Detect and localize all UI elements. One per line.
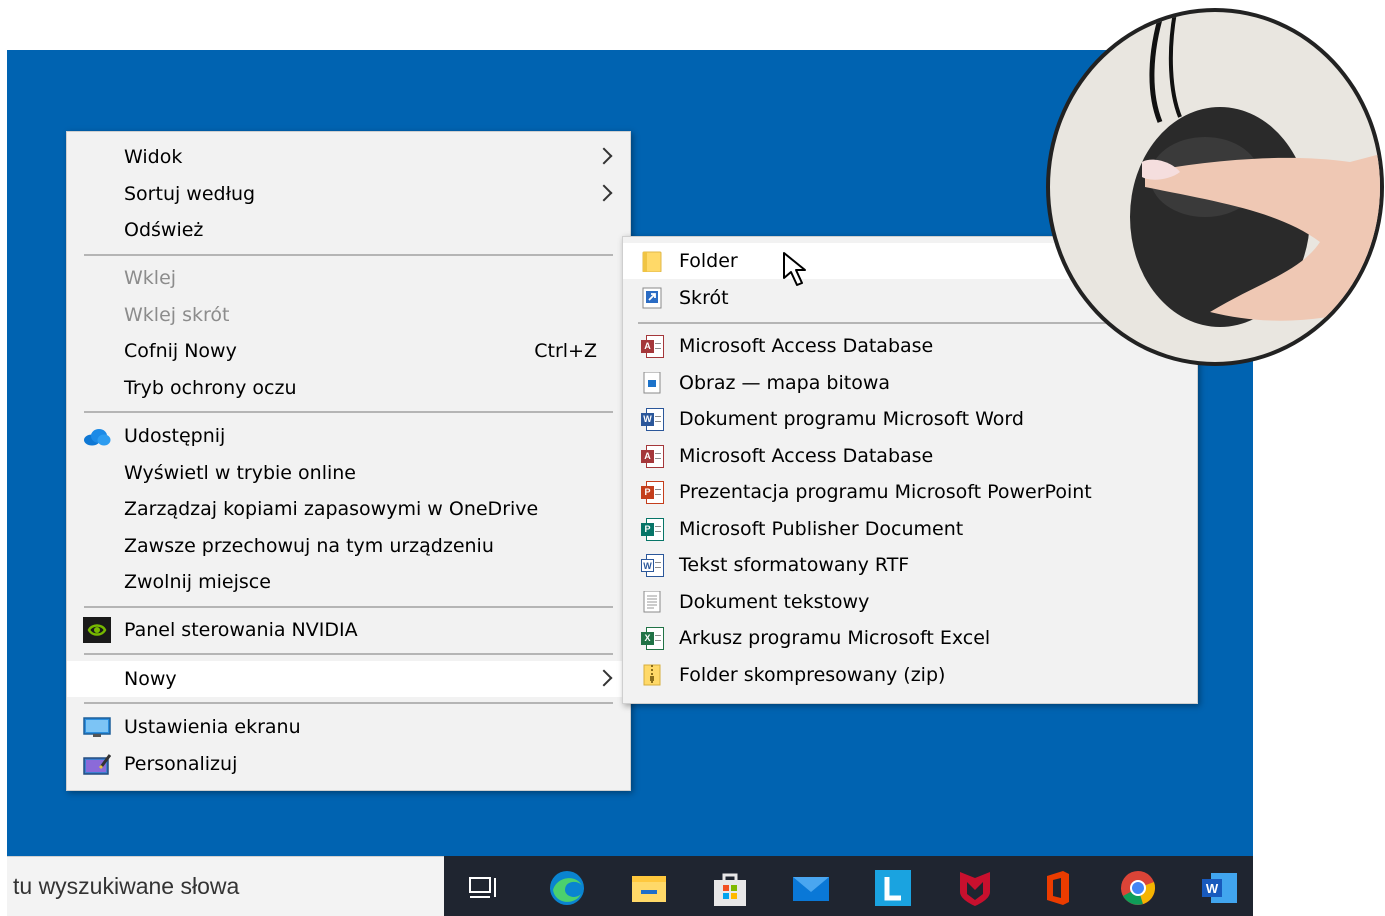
office-icon[interactable]: [1037, 868, 1077, 908]
menu-item-free-space[interactable]: Zwolnij miejsce: [67, 564, 630, 600]
store-icon[interactable]: [710, 868, 750, 908]
submenu-item-access-db-2[interactable]: A Microsoft Access Database: [623, 438, 1197, 474]
submenu-item-access-db[interactable]: A Microsoft Access Database: [623, 328, 1197, 364]
menu-item-paste: Wklej: [67, 260, 630, 296]
word-doc-icon: W: [641, 408, 664, 431]
menu-item-label: Panel sterowania NVIDIA: [124, 619, 358, 641]
taskbar-search-box[interactable]: tu wyszukiwane słowa: [7, 856, 444, 916]
powerpoint-icon: P: [641, 481, 664, 504]
zip-folder-icon: [643, 664, 661, 686]
submenu-item-label: Folder: [679, 250, 738, 272]
submenu-item-publisher[interactable]: P Microsoft Publisher Document: [623, 511, 1197, 547]
submenu-item-label: Microsoft Publisher Document: [679, 518, 964, 540]
menu-item-label: Tryb ochrony oczu: [124, 377, 297, 399]
menu-separator: [84, 411, 613, 413]
text-doc-icon: [643, 591, 661, 613]
submenu-item-label: Folder skompresowany (zip): [679, 664, 946, 686]
submenu-item-label: Microsoft Access Database: [679, 445, 934, 467]
submenu-item-label: Skrót: [679, 287, 729, 309]
menu-item-label: Nowy: [124, 668, 177, 690]
submenu-item-label: Arkusz programu Microsoft Excel: [679, 627, 991, 649]
submenu-item-label: Dokument programu Microsoft Word: [679, 408, 1024, 430]
submenu-item-label: Obraz — mapa bitowa: [679, 372, 891, 394]
menu-item-label: Odśwież: [124, 219, 204, 241]
submenu-item-label: Dokument tekstowy: [679, 591, 870, 613]
onedrive-cloud-icon: [84, 429, 111, 446]
submenu-item-word-doc[interactable]: W Dokument programu Microsoft Word: [623, 401, 1197, 437]
submenu-item-label: Tekst sformatowany RTF: [679, 554, 910, 576]
menu-item-nvidia-panel[interactable]: Panel sterowania NVIDIA: [67, 612, 630, 648]
menu-item-display-settings[interactable]: Ustawienia ekranu: [67, 709, 630, 745]
file-explorer-icon[interactable]: [629, 868, 669, 908]
keyboard-shortcut: Ctrl+Z: [534, 340, 597, 362]
mouse-pointer-icon: [783, 252, 806, 286]
menu-item-label: Zarządzaj kopiami zapasowymi w OneDrive: [124, 498, 539, 520]
menu-item-label: Wklej skrót: [124, 304, 230, 326]
mcafee-icon[interactable]: [955, 868, 995, 908]
menu-item-label: Ustawienia ekranu: [124, 716, 301, 738]
menu-item-sort-by[interactable]: Sortuj według: [67, 176, 630, 212]
menu-item-label: Cofnij Nowy: [124, 340, 237, 362]
menu-item-undo-new[interactable]: Cofnij Nowy Ctrl+Z: [67, 333, 630, 369]
menu-separator: [84, 254, 613, 256]
shortcut-icon: [642, 287, 662, 309]
hand-on-mouse-photo: [1046, 8, 1384, 366]
menu-item-view[interactable]: Widok: [67, 139, 630, 175]
menu-item-label: Wyświetl w trybie online: [124, 462, 356, 484]
access-icon: A: [641, 445, 664, 468]
svg-text:W: W: [1206, 881, 1219, 896]
menu-item-label: Sortuj według: [124, 183, 256, 205]
display-settings-icon: [83, 717, 111, 737]
chevron-right-icon: [595, 669, 613, 687]
menu-separator: [84, 702, 613, 704]
menu-item-eye-protection[interactable]: Tryb ochrony oczu: [67, 370, 630, 406]
menu-item-label: Zwolnij miejsce: [124, 571, 271, 593]
submenu-item-bitmap[interactable]: Obraz — mapa bitowa: [623, 365, 1197, 401]
menu-item-label: Udostępnij: [124, 425, 226, 447]
menu-item-paste-shortcut: Wklej skrót: [67, 297, 630, 333]
menu-item-personalize[interactable]: Personalizuj: [67, 746, 630, 782]
excel-icon: X: [641, 627, 664, 650]
submenu-item-zip-folder[interactable]: Folder skompresowany (zip): [623, 657, 1197, 693]
desktop-context-menu: Widok Sortuj według Odśwież Wklej Wklej …: [66, 131, 631, 791]
submenu-item-powerpoint[interactable]: P Prezentacja programu Microsoft PowerPo…: [623, 474, 1197, 510]
menu-separator: [84, 653, 613, 655]
chrome-icon[interactable]: [1118, 868, 1158, 908]
menu-item-label: Widok: [124, 146, 183, 168]
submenu-item-rtf[interactable]: W Tekst sformatowany RTF: [623, 547, 1197, 583]
submenu-item-label: Microsoft Access Database: [679, 335, 934, 357]
menu-item-new[interactable]: Nowy: [67, 661, 630, 697]
access-icon: A: [641, 335, 664, 358]
personalize-icon: [83, 754, 111, 775]
chevron-right-icon: [595, 184, 613, 202]
menu-separator: [84, 606, 613, 608]
submenu-item-text-doc[interactable]: Dokument tekstowy: [623, 584, 1197, 620]
menu-item-view-online[interactable]: Wyświetl w trybie online: [67, 455, 630, 491]
rtf-icon: W: [641, 554, 664, 577]
menu-item-manage-backups[interactable]: Zarządzaj kopiami zapasowymi w OneDrive: [67, 491, 630, 527]
menu-item-share[interactable]: Udostępnij: [67, 418, 630, 454]
bitmap-icon: [643, 372, 661, 394]
taskbar: tu wyszukiwane słowa W: [7, 856, 1253, 916]
submenu-item-excel[interactable]: X Arkusz programu Microsoft Excel: [623, 620, 1197, 656]
l-app-icon[interactable]: [873, 868, 913, 908]
hand-on-mouse-illustration: [1130, 12, 1380, 327]
folder-icon: [642, 251, 662, 272]
menu-item-refresh[interactable]: Odśwież: [67, 212, 630, 248]
search-text: tu wyszukiwane słowa: [13, 873, 240, 899]
edge-icon[interactable]: [547, 868, 587, 908]
submenu-item-label: Prezentacja programu Microsoft PowerPoin…: [679, 481, 1092, 503]
menu-item-label: Zawsze przechowuj na tym urządzeniu: [124, 535, 494, 557]
menu-item-label: Wklej: [124, 267, 177, 289]
publisher-icon: P: [641, 518, 664, 541]
menu-item-always-keep[interactable]: Zawsze przechowuj na tym urządzeniu: [67, 528, 630, 564]
task-view-icon[interactable]: [463, 868, 503, 908]
chevron-right-icon: [595, 147, 613, 165]
mail-icon[interactable]: [791, 868, 831, 908]
menu-item-label: Personalizuj: [124, 753, 238, 775]
word-icon[interactable]: W: [1199, 868, 1239, 908]
nvidia-icon: [83, 617, 111, 643]
